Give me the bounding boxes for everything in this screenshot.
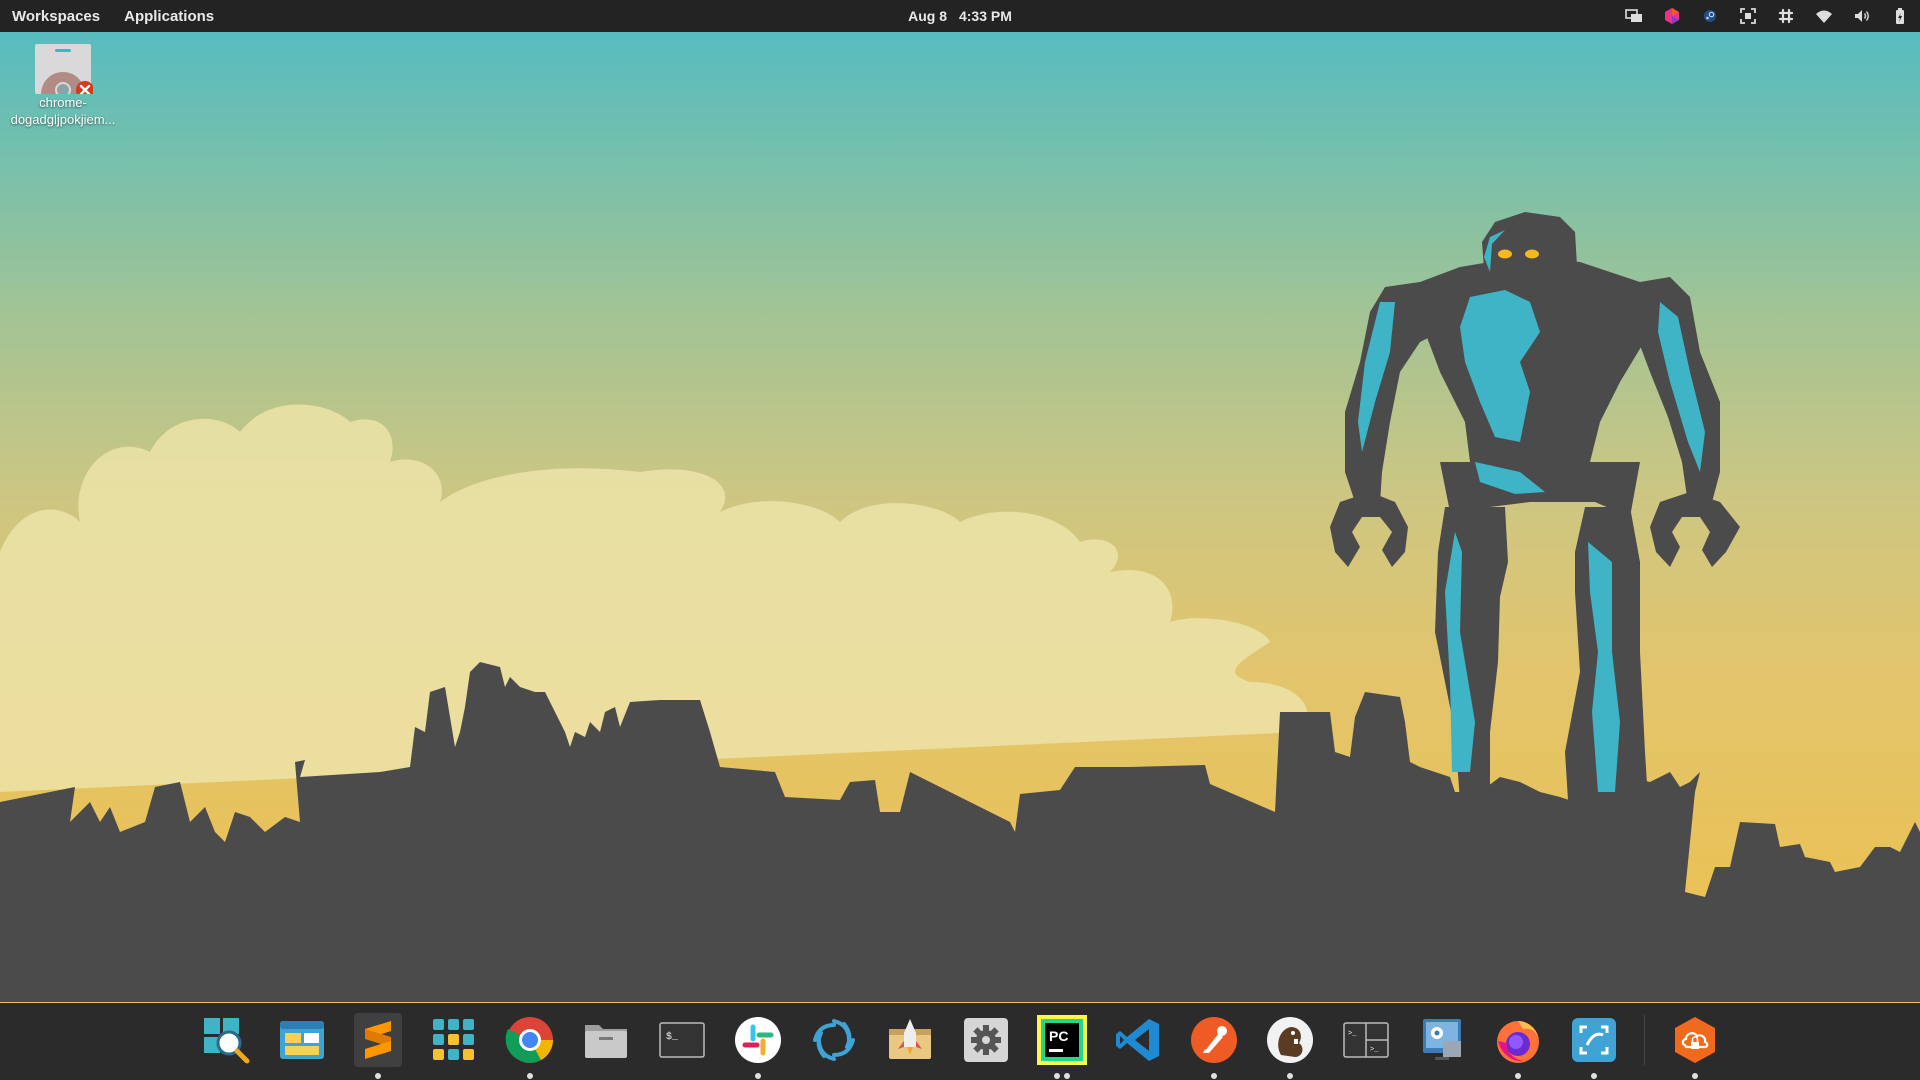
svg-text:$_: $_ (666, 1031, 679, 1043)
dock-dbeaver[interactable] (1258, 1015, 1322, 1080)
vpn-lock-icon (1674, 1017, 1715, 1063)
desktop[interactable]: chrome- dogadgljpokjiem... (0, 32, 1920, 1003)
dock-screenshot-tool[interactable] (1562, 1015, 1626, 1080)
dock-slack[interactable] (726, 1015, 790, 1080)
firefox-icon (1496, 1021, 1539, 1063)
svg-text:>_: >_ (1348, 1030, 1357, 1038)
running-indicator (1691, 1073, 1698, 1079)
aperture-icon (812, 1019, 855, 1061)
wallpaper (0, 212, 1920, 1002)
dock-aperture[interactable] (802, 1015, 866, 1080)
system-tray (1624, 0, 1910, 32)
clock-time[interactable]: 4:33 PM (959, 8, 1012, 24)
dock: $_ PC >_ >_ (0, 1003, 1920, 1080)
slack-icon (734, 1017, 781, 1063)
wifi-icon[interactable] (1814, 6, 1834, 26)
rocket-launcher-icon (888, 1019, 931, 1059)
app-grid-icon (432, 1019, 474, 1060)
running-indicator (1514, 1073, 1521, 1079)
dock-terminal[interactable]: $_ (650, 1015, 714, 1080)
dock-files[interactable] (574, 1015, 638, 1080)
folder-icon (584, 1025, 627, 1058)
beaver-icon (1266, 1017, 1313, 1063)
dock-app-grid[interactable] (422, 1015, 486, 1080)
vscode-icon (1115, 1019, 1159, 1061)
running-indicator (374, 1073, 381, 1079)
running-indicator (1590, 1073, 1597, 1079)
top-panel: Workspaces Applications Aug 8 4:33 PM (0, 0, 1920, 32)
window-manager-icon (279, 1021, 324, 1059)
screenshot-tool-icon (1571, 1018, 1616, 1062)
robot-eye-left (1498, 249, 1512, 259)
robot-eye-right (1525, 249, 1539, 259)
svg-text:PC: PC (1049, 1028, 1068, 1044)
desktop-file-icon[interactable]: chrome- dogadgljpokjiem... (4, 44, 122, 128)
sublime-text-icon (364, 1021, 391, 1059)
dock-sublime-text[interactable] (346, 1013, 410, 1080)
screenshot-icon[interactable] (1738, 6, 1758, 26)
postman-icon (1190, 1017, 1237, 1063)
dock-postman[interactable] (1182, 1015, 1246, 1080)
clock-date[interactable]: Aug 8 (908, 8, 947, 24)
svg-text:>_: >_ (1370, 1046, 1379, 1054)
running-indicator (526, 1073, 533, 1079)
chrome-icon (505, 1017, 553, 1063)
dock-launcher[interactable] (878, 1015, 942, 1080)
dock-chrome[interactable] (498, 1015, 562, 1080)
dock-tilix[interactable]: >_ >_ (1334, 1015, 1398, 1080)
disc-image-icon (33, 44, 94, 99)
desktop-file-label-line1: chrome- (39, 95, 87, 110)
volume-icon[interactable] (1852, 6, 1872, 26)
battery-icon[interactable] (1890, 6, 1910, 26)
dock-virtualbox[interactable] (1410, 1015, 1474, 1080)
workspaces-button[interactable]: Workspaces (12, 8, 100, 25)
dock-pycharm[interactable]: PC (1030, 1015, 1094, 1080)
dock-search-app[interactable] (194, 1015, 258, 1080)
dock-separator (1643, 1015, 1645, 1065)
slack-tray-icon[interactable] (1776, 6, 1796, 26)
dock-firefox[interactable] (1486, 1015, 1550, 1080)
pycharm-icon: PC (1036, 1015, 1087, 1065)
dock-vscode[interactable] (1106, 1015, 1170, 1080)
dock-settings[interactable] (954, 1015, 1018, 1080)
desktop-file-label-line2: dogadgljpokjiem... (10, 112, 116, 127)
desktop-file-label: chrome- dogadgljpokjiem... (4, 94, 122, 128)
dock-vpn[interactable] (1663, 1015, 1727, 1080)
running-indicator (754, 1073, 761, 1079)
colorful-app-icon[interactable] (1662, 6, 1682, 26)
dock-window-manager[interactable] (270, 1015, 334, 1080)
applications-button[interactable]: Applications (124, 8, 214, 25)
virtual-machine-icon (1422, 1019, 1461, 1060)
running-indicator (1286, 1073, 1293, 1079)
running-indicator (1063, 1073, 1070, 1079)
terminal-icon: $_ (658, 1022, 705, 1058)
steam-icon[interactable] (1700, 6, 1720, 26)
screens-icon[interactable] (1624, 6, 1644, 26)
running-indicator (1210, 1073, 1217, 1079)
search-app-icon (203, 1018, 249, 1064)
running-indicator (1053, 1073, 1060, 1079)
tiling-terminal-icon: >_ >_ (1342, 1022, 1389, 1058)
gear-icon (963, 1018, 1008, 1062)
